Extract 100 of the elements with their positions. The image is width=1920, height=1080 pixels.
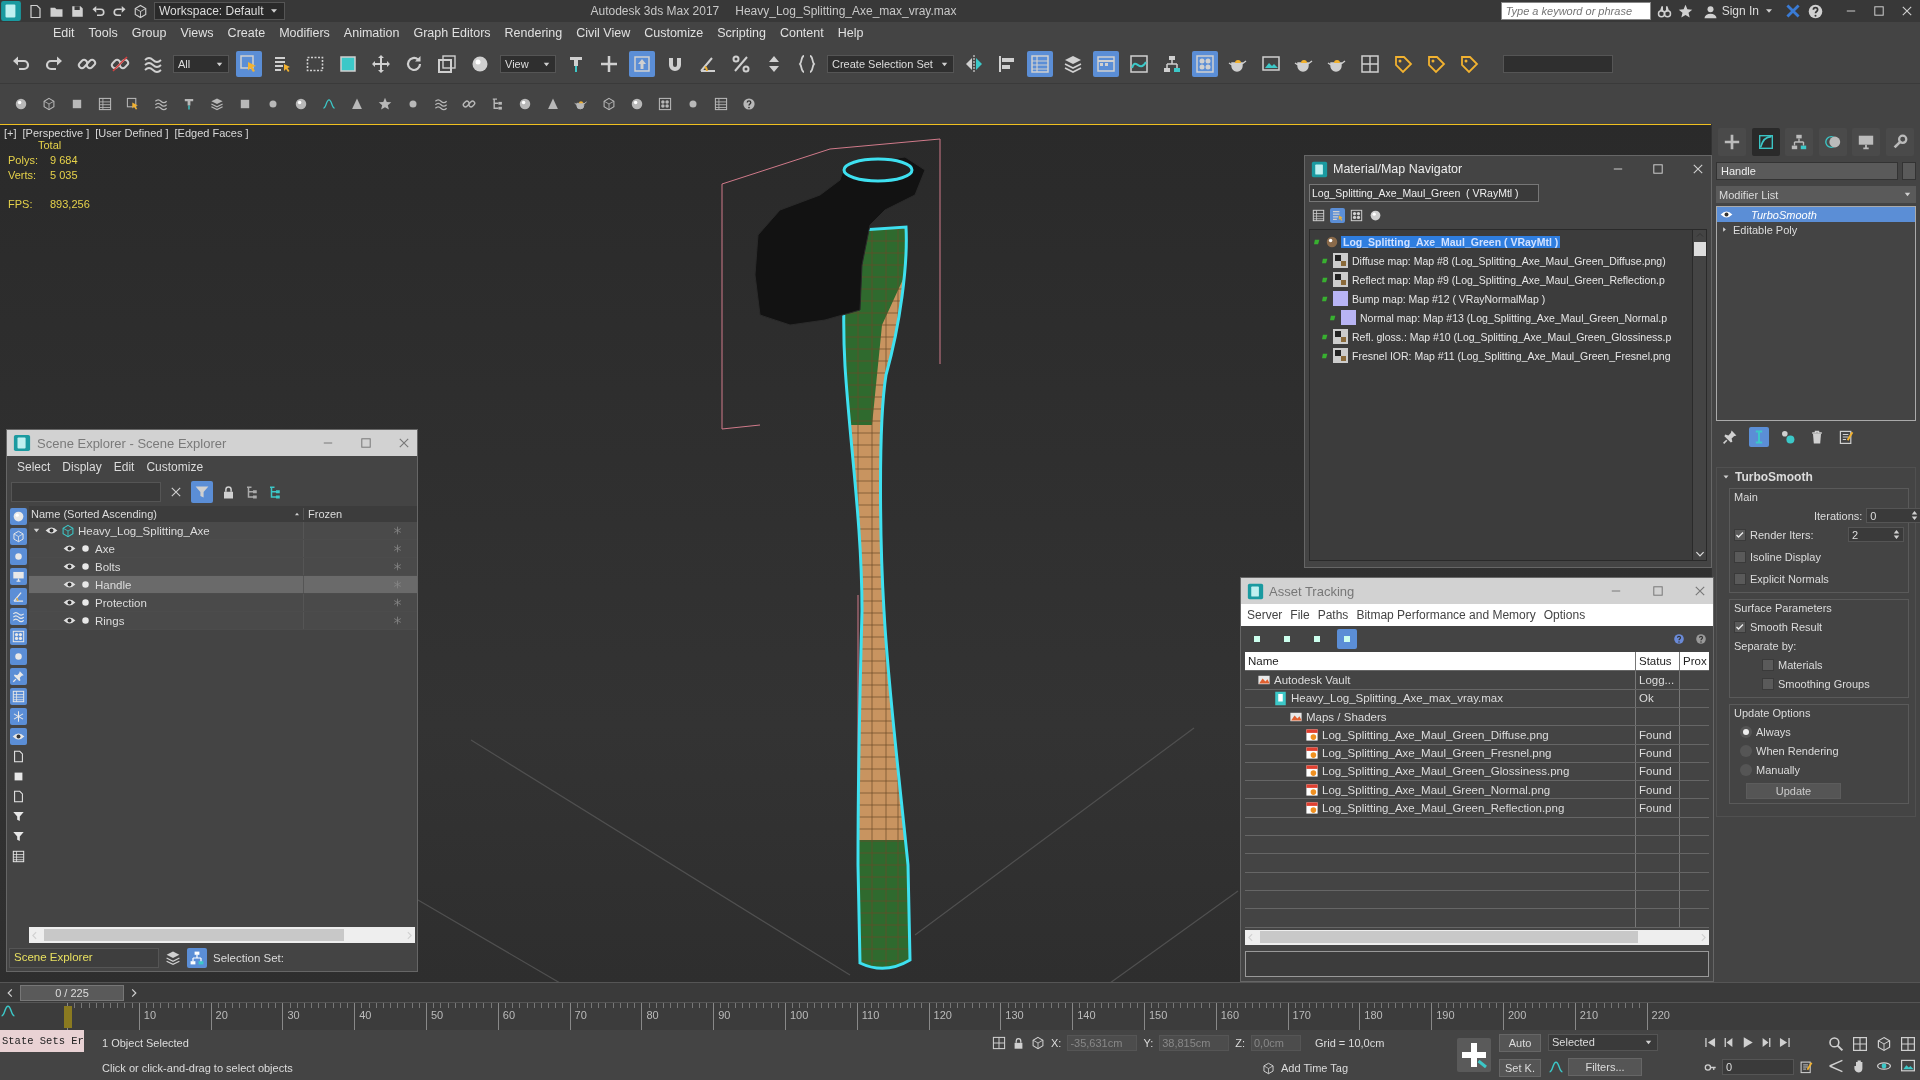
viewport-label[interactable]: [+]	[4, 127, 17, 139]
frame-number: 170	[1292, 1009, 1311, 1021]
option-label: When Rendering	[1756, 744, 1839, 757]
asset-name: Maps / Shaders	[1306, 710, 1387, 723]
menu-item[interactable]: Graph Editors	[406, 26, 498, 40]
viewport-label[interactable]: [Edged Faces ]	[174, 127, 249, 139]
tree-row[interactable]: Rings	[29, 612, 417, 630]
map-label[interactable]: Fresnel IOR: Map #11 (Log_Splitting_Axe_Maul_Green_Fresnel.png	[1350, 349, 1673, 362]
script-listener-field[interactable]: State Sets Er	[0, 1030, 84, 1052]
option-label: Render Iters:	[1750, 528, 1814, 541]
tree-row[interactable]: Protection	[29, 594, 417, 612]
menu-item[interactable]: Edit	[107, 460, 141, 474]
asset-row[interactable]: Log_Splitting_Axe_Maul_Green_Reflection.png Found	[1245, 799, 1709, 818]
map-label[interactable]: Bump map: Map #12 ( VRayNormalMap )	[1350, 292, 1548, 305]
menu-item[interactable]: Create	[220, 26, 273, 40]
workspace-dropdown[interactable]: Workspace: Default	[154, 2, 285, 20]
menu-item[interactable]: Group	[124, 26, 174, 40]
column-header[interactable]: Name (Sorted Ascending)	[31, 508, 157, 520]
tree-row[interactable]: Heavy_Log_Splitting_Axe	[29, 522, 417, 540]
viewport-label[interactable]: [User Defined ]	[95, 127, 169, 139]
asset-row[interactable]: Log_Splitting_Axe_Maul_Green_Normal.png Found	[1245, 781, 1709, 800]
frame-number: 200	[1507, 1009, 1527, 1021]
asset-status: Found	[1639, 783, 1672, 796]
modifier-list-dropdown[interactable]: Modifier List	[1716, 186, 1916, 203]
sign-in-button[interactable]: Sign In	[1698, 3, 1779, 19]
menu-item[interactable]: Edit	[46, 26, 82, 40]
group-title: Update Options	[1734, 707, 1811, 719]
menu-item[interactable]: Customize	[140, 460, 210, 474]
menu-item[interactable]: Animation	[336, 26, 407, 40]
auto-key-button[interactable]: Auto	[1499, 1033, 1541, 1052]
menu-item[interactable]: File	[1286, 608, 1314, 622]
menu-item[interactable]: Tools	[81, 26, 125, 40]
time-slider[interactable]: 0 / 225	[0, 982, 1920, 1002]
stats-header: Total	[38, 139, 63, 151]
dropdown[interactable]: View	[500, 55, 556, 73]
filters-button[interactable]: Filters...	[1568, 1058, 1642, 1077]
asset-name: Log_Splitting_Axe_Maul_Green_Normal.png	[1322, 783, 1551, 796]
asset-name: Heavy_Log_Splitting_Axe_max_vray.max	[1291, 692, 1503, 705]
asset-status: Found	[1639, 728, 1672, 741]
dropdown[interactable]: All	[173, 55, 229, 73]
frame-number: 160	[1220, 1009, 1240, 1021]
map-label[interactable]: Reflect map: Map #9 (Log_Splitting_Axe_Maul_Green_Reflection.p	[1350, 273, 1667, 286]
viewport-label[interactable]: [Perspective ]	[22, 127, 90, 139]
spinner-field[interactable]: 0	[1866, 508, 1920, 523]
spinner-field[interactable]: 2	[1848, 527, 1904, 542]
stat-label: Polys:	[8, 154, 39, 166]
option-label: Manually	[1756, 763, 1801, 776]
map-label[interactable]: Normal map: Map #13 (Log_Splitting_Axe_Maul_Green_Normal.p	[1358, 311, 1669, 324]
menu-item[interactable]: Rendering	[497, 26, 570, 40]
menu-item[interactable]: Server	[1243, 608, 1287, 622]
object-name: Protection	[95, 596, 147, 609]
column-header[interactable]: Name	[1248, 655, 1279, 668]
frame-number: 120	[933, 1009, 952, 1021]
menu-item[interactable]: Civil View	[569, 26, 638, 40]
frame-number: 10	[143, 1009, 157, 1021]
map-label[interactable]: Refl. gloss.: Map #10 (Log_Splitting_Axe_Maul_Green_Glossiness.p	[1350, 330, 1674, 343]
explorer-dropdown[interactable]: Scene Explorer	[9, 948, 159, 968]
menu-item[interactable]: Bitmap Performance and Memory	[1352, 608, 1540, 622]
asset-row[interactable]: Autodesk Vault Logg...	[1245, 671, 1709, 690]
object-name: Rings	[95, 614, 125, 627]
key-filter-dropdown[interactable]: Selected	[1548, 1033, 1658, 1051]
menu-item[interactable]: Select	[11, 460, 57, 474]
set-key-button[interactable]: Set K.	[1499, 1058, 1541, 1077]
grid-size: Grid = 10,0cm	[1315, 1037, 1385, 1050]
map-label[interactable]: Diffuse map: Map #8 (Log_Splitting_Axe_Maul_Green_Diffuse.png)	[1350, 254, 1668, 267]
add-time-tag[interactable]: Add Time Tag	[1281, 1062, 1349, 1075]
menu-item[interactable]: Views	[173, 26, 221, 40]
menu-item[interactable]: Options	[1539, 608, 1590, 622]
material-field[interactable]: Log_Splitting_Axe_Maul_Green ( VRayMtl )	[1309, 184, 1539, 202]
time-slider-thumb[interactable]: 0 / 225	[20, 984, 124, 1001]
modifier-stack-item[interactable]: Editable Poly	[1717, 222, 1915, 237]
menu-item[interactable]: Display	[56, 460, 108, 474]
menu-item[interactable]: Modifiers	[272, 26, 337, 40]
asset-row[interactable]: Log_Splitting_Axe_Maul_Green_Diffuse.png Found	[1245, 726, 1709, 745]
window-title: Asset Tracking	[1269, 583, 1355, 599]
column-header[interactable]: Status	[1639, 655, 1672, 668]
column-header[interactable]: Frozen	[308, 508, 343, 520]
frame-field[interactable]: 0	[1722, 1059, 1794, 1076]
tree-row[interactable]: Bolts	[29, 558, 417, 576]
tree-row[interactable]: Handle	[29, 576, 417, 594]
menu-item[interactable]: Scripting	[710, 26, 773, 40]
dropdown[interactable]: Create Selection Set	[827, 55, 954, 73]
rollout-title[interactable]: TurboSmooth	[1735, 470, 1813, 484]
update-button[interactable]: Update	[1746, 783, 1841, 799]
menu-item[interactable]: Help	[830, 26, 871, 40]
search-field[interactable]: Type a keyword or phrase	[1500, 2, 1651, 20]
column-header[interactable]: Prox	[1683, 655, 1707, 668]
selection-status: 1 Object Selected	[102, 1036, 190, 1049]
object-name: Handle	[95, 578, 132, 591]
frame-number: 140	[1077, 1009, 1096, 1021]
menu-item[interactable]: Paths	[1313, 608, 1353, 622]
frame-number: 30	[287, 1009, 300, 1021]
menu-item[interactable]: Content	[772, 26, 831, 40]
axis-label: Y:	[1143, 1037, 1154, 1050]
modifier-name: Editable Poly	[1733, 223, 1798, 236]
menu-item[interactable]: Customize	[637, 26, 711, 40]
object-name-field[interactable]: Handle	[1716, 162, 1898, 180]
frame-number: 60	[502, 1009, 516, 1021]
window-titlebar[interactable]: Material/Map Navigator	[1305, 156, 1711, 182]
tree-row[interactable]: Axe	[29, 540, 417, 558]
